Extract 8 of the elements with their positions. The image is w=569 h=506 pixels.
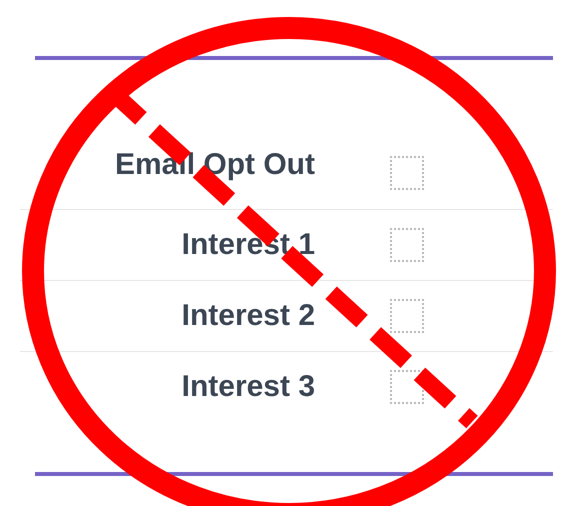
field-label: Interest 1 bbox=[180, 228, 315, 262]
checkbox[interactable] bbox=[390, 370, 424, 404]
field-label: Interest 2 bbox=[180, 299, 315, 333]
checkbox[interactable] bbox=[390, 156, 424, 190]
field-label: Interest 3 bbox=[180, 370, 315, 404]
field-label: Email Opt Out bbox=[114, 148, 315, 182]
checkbox[interactable] bbox=[390, 299, 424, 333]
checkbox[interactable] bbox=[390, 228, 424, 262]
